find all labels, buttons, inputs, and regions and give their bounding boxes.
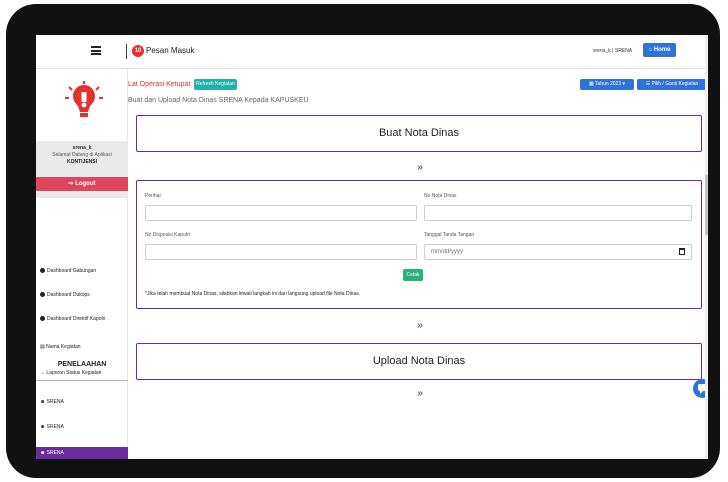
upload-nota-card: Upload Nota Dinas: [136, 343, 702, 380]
page-title: Buat dan Upload Nota Dinas SRENA Kepada …: [128, 97, 309, 104]
sidebar-item-dashboard-direktif[interactable]: Dashboard Direktif Kapolri: [40, 316, 105, 322]
notification-badge[interactable]: 10: [132, 45, 144, 57]
users-icon: ☻: [40, 450, 47, 456]
refresh-button[interactable]: Refresh Kegiatan: [194, 79, 237, 90]
tanggal-label: Tanggal Tanda Tangan: [424, 232, 475, 238]
tahun-label: Tahun 2023: [594, 81, 622, 87]
app-name: KONTIJENSI: [66, 159, 97, 165]
caret-down-icon: ▾: [621, 81, 626, 87]
perihal-label: Perihal: [145, 193, 161, 199]
chevron-double-down-icon: »: [417, 162, 423, 173]
sidebar-item-dashboard-dukops[interactable]: Dashboard Dukops: [40, 292, 90, 298]
tahun-dropdown[interactable]: ▦ Tahun 2023 ▾: [580, 79, 634, 90]
section-title: PENELAAHAN: [57, 361, 107, 368]
logo-icon: [65, 81, 103, 117]
logout-button[interactable]: ⇨ Logout: [36, 177, 128, 191]
topbar-divider: [126, 44, 127, 59]
sidebar-item-label: SRENA: [46, 450, 64, 456]
home-button[interactable]: ⌂ Home: [643, 43, 676, 57]
scrollbar-thumb[interactable]: [705, 175, 708, 235]
sidebar-item-label: Laporan Status Kegiatan: [46, 370, 102, 376]
form-card: Perihal No Nota Dinas No Disposisi Kapol…: [136, 180, 702, 309]
screen: 10 Pesan Masuk srena_k | SRENA ⌂ Home sr…: [36, 35, 708, 459]
cetak-button[interactable]: Cetak: [403, 269, 423, 281]
pilih-label: Pilih / Ganti Kegiatan: [651, 81, 699, 87]
tanggal-input[interactable]: mm/dd/yyyy: [424, 244, 692, 260]
pesan-masuk-link[interactable]: Pesan Masuk: [146, 46, 194, 55]
sidebar-item-laporan-status[interactable]: → Laporan Status Kegiatan: [40, 370, 101, 376]
no-nota-label: No Nota Dinas: [424, 193, 457, 199]
users-icon: ☻: [40, 399, 47, 405]
pilih-kegiatan-button[interactable]: ☰ Pilih / Ganti Kegiatan: [637, 79, 707, 90]
no-nota-input[interactable]: [424, 205, 692, 221]
card-title: Upload Nota Dinas: [372, 355, 466, 367]
form-note: *Jika telah membuat Nota Dinas, silahkan…: [145, 291, 361, 297]
users-icon: ☻: [40, 424, 47, 430]
logout-label: Logout: [75, 181, 96, 187]
operation-title: Lat Operasi Ketupat: [128, 81, 191, 88]
sidebar-item-dashboard-gabungan[interactable]: Dashboard Gabungan: [40, 268, 96, 274]
sidebar-item-label: Dashboard Gabungan: [47, 268, 97, 274]
date-placeholder: mm/dd/yyyy: [431, 249, 464, 255]
sidebar-item-label: Dashboard Direktif Kapolri: [47, 316, 106, 322]
calendar-icon[interactable]: [679, 248, 685, 255]
perihal-input[interactable]: [145, 205, 417, 221]
sidebar: srena_k Selamat Datang di Aplikasi KONTI…: [36, 69, 128, 459]
topbar: 10 Pesan Masuk srena_k | SRENA ⌂ Home: [36, 35, 708, 69]
dashboard-icon: [40, 316, 45, 322]
scrollbar-track[interactable]: [705, 35, 708, 459]
section-divider: [36, 380, 128, 381]
hamburger-icon[interactable]: [91, 46, 101, 55]
home-label: Home: [653, 47, 671, 53]
tablet-frame: 10 Pesan Masuk srena_k | SRENA ⌂ Home sr…: [6, 4, 720, 478]
sidebar-item-label: SRENA: [46, 424, 64, 430]
sidebar-item-srena-active[interactable]: ☻ SRENA: [36, 447, 128, 459]
sidebar-item-srena[interactable]: ☻ SRENA: [40, 399, 64, 405]
no-disposisi-label: No Disposisi Kapolri: [145, 232, 190, 238]
main-content: Lat Operasi Ketupat Refresh Kegiatan ▦ T…: [128, 69, 708, 459]
welcome-text: Selamat Datang di Aplikasi: [52, 152, 112, 158]
sidebar-item-nama-kegiatan[interactable]: ▤ Nama Kegiatan: [40, 344, 81, 350]
no-disposisi-input[interactable]: [145, 244, 417, 260]
dashboard-icon: [40, 268, 45, 274]
sidebar-item-label: Nama Kegiatan: [46, 344, 81, 350]
dashboard-icon: [40, 292, 45, 298]
chevron-double-down-icon: »: [417, 388, 423, 399]
sidebar-item-label: SRENA: [46, 399, 64, 405]
username: srena_k: [72, 145, 92, 151]
chevron-double-down-icon: »: [417, 320, 423, 331]
user-info: srena_k | SRENA: [593, 48, 633, 54]
card-title: Buat Nota Dinas: [378, 127, 460, 139]
sidebar-item-label: Dashboard Dukops: [47, 292, 90, 298]
sidebar-item-srena[interactable]: ☻ SRENA: [40, 424, 64, 430]
buat-nota-card: Buat Nota Dinas: [136, 115, 702, 152]
